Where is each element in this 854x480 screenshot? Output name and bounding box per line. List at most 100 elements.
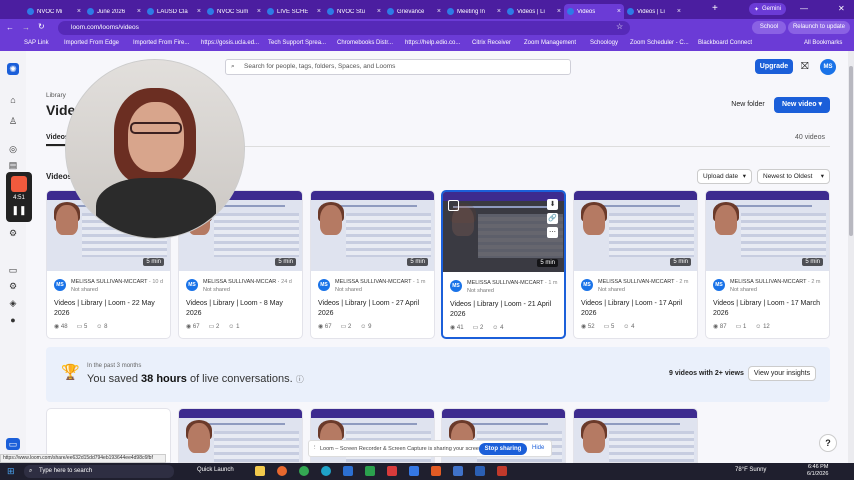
search-input[interactable]: ⌕Search for people, tags, folders, Space… (225, 59, 571, 75)
browser-tab[interactable]: Videos | Li × (624, 4, 684, 19)
taskbar-search-input[interactable]: ⌕ Type here to search (24, 465, 174, 478)
chat-icon[interactable]: ▭ (6, 438, 20, 450)
bookmark-item[interactable]: Blackboard Connect (698, 40, 752, 46)
weather-status[interactable]: 78°F Sunny (735, 467, 766, 473)
gift-icon[interactable]: ⛝ (801, 61, 809, 72)
new-tab-icon[interactable]: + (712, 3, 718, 14)
browser-tab[interactable]: LIVE SCHE × (264, 4, 324, 19)
home-icon[interactable]: ◎ (7, 143, 19, 155)
bookmark-item[interactable]: Imported From Fire... (133, 40, 189, 46)
share-status[interactable]: Not shared (203, 287, 230, 293)
system-clock[interactable]: 6:46 PM 6/1/2026 (807, 464, 828, 478)
share-status[interactable]: Not shared (730, 287, 757, 293)
gemini-button[interactable]: ✦ Gemini (749, 3, 786, 15)
bookmark-item[interactable]: Imported From Edge (64, 40, 119, 46)
browser-tab[interactable]: NVOC Mi × (24, 4, 84, 19)
app-icon[interactable] (431, 466, 441, 476)
library-icon[interactable]: ▤ (7, 159, 19, 171)
sort-order-select[interactable]: Newest to Oldest ▾ (757, 169, 830, 184)
browser-tab[interactable]: LAUSD Cla × (144, 4, 204, 19)
close-tab-icon[interactable]: × (197, 8, 201, 15)
video-thumbnail[interactable] (179, 409, 302, 462)
close-tab-icon[interactable]: × (257, 8, 261, 15)
file-explorer-icon[interactable] (255, 466, 265, 476)
more-options-icon[interactable]: ⋯ (547, 227, 558, 238)
app-icon[interactable] (497, 466, 507, 476)
browser-tab[interactable]: Videos | Li × (504, 4, 564, 19)
app-icon[interactable] (343, 466, 353, 476)
share-status[interactable]: Not shared (467, 288, 494, 294)
app-icon[interactable] (453, 466, 463, 476)
close-tab-icon[interactable]: × (317, 8, 321, 15)
video-title[interactable]: Videos | Library | Loom - 17 April 2026 (581, 299, 693, 318)
bookmark-item[interactable]: Citrix Receiver (472, 40, 511, 46)
bookmark-item[interactable]: SAP Link (24, 40, 49, 46)
apps-icon[interactable]: ◈ (7, 297, 19, 309)
bookmark-item[interactable]: Schoology (590, 40, 618, 46)
share-status[interactable]: Not shared (335, 287, 362, 293)
breadcrumb[interactable]: Library (46, 92, 66, 99)
link-icon[interactable]: 🔗 (547, 213, 558, 224)
view-insights-button[interactable]: View your insights (748, 366, 816, 381)
new-folder-button[interactable]: New folder (727, 98, 769, 112)
members-icon[interactable]: ♙ (7, 115, 19, 127)
bookmark-item[interactable]: Zoom Management (524, 40, 576, 46)
bookmark-item[interactable]: https://help.edio.co... (405, 40, 460, 46)
firefox-icon[interactable] (277, 466, 287, 476)
avatar[interactable]: MS (820, 59, 836, 75)
quick-launch-label[interactable]: Quick Launch (197, 467, 234, 473)
video-title[interactable]: Videos | Library | Loom - 22 May 2026 (54, 299, 166, 318)
browser-tab[interactable]: Grievance × (384, 4, 444, 19)
video-title[interactable]: Videos | Library | Loom - 17 March 2026 (713, 299, 825, 318)
video-card[interactable]: 5 min MS MELISSA SULLIVAN-MCCART · 2 m N… (573, 190, 698, 339)
close-tab-icon[interactable]: × (137, 8, 141, 15)
spaces-icon[interactable]: ⚙ (7, 280, 19, 292)
app-icon[interactable] (387, 466, 397, 476)
scrollbar-thumb[interactable] (849, 66, 853, 236)
loom-logo-icon[interactable]: ✺ (7, 63, 19, 75)
archive-icon[interactable]: ▭ (7, 264, 19, 276)
url-bar[interactable]: loom.com/looms/videos (58, 21, 630, 35)
video-card-hovered[interactable]: 5 min ⬇ 🔗 ⋯ MS MELISSA SULLIVAN-MCCART ·… (441, 190, 566, 339)
app-icon[interactable] (475, 466, 485, 476)
edge-icon[interactable] (321, 466, 331, 476)
help-button[interactable]: ? (819, 434, 837, 452)
bookmark-star-icon[interactable]: ☆ (616, 22, 623, 31)
video-title[interactable]: Videos | Library | Loom - 27 April 2026 (318, 299, 430, 318)
camera-bubble[interactable] (65, 59, 245, 239)
video-card[interactable]: 5 min MS MELISSA SULLIVAN-MCCART · 1 m N… (310, 190, 435, 339)
pause-icon[interactable]: ❚❚ (6, 205, 32, 216)
sort-by-select[interactable]: Upload date ▾ (697, 169, 752, 184)
add-icon[interactable]: ● (7, 314, 19, 326)
relaunch-button[interactable]: Relaunch to update (788, 21, 850, 34)
app-icon[interactable] (365, 466, 375, 476)
video-thumbnail[interactable]: 5 min ⬇ 🔗 ⋯ (443, 192, 564, 272)
video-card[interactable]: 5 min MS MELISSA SULLIVAN-MCCART · 2 m N… (705, 190, 830, 339)
browser-tab-active[interactable]: Videos × (564, 4, 624, 19)
bookmark-item[interactable]: All Bookmarks (804, 40, 842, 46)
select-checkbox[interactable] (448, 200, 459, 211)
bookmark-item[interactable]: Tech Support Sprea... (268, 40, 326, 46)
upgrade-button[interactable]: Upgrade (755, 59, 793, 74)
browser-tab[interactable]: NVOC Sum × (204, 4, 264, 19)
video-thumbnail[interactable]: 5 min (574, 191, 697, 271)
close-tab-icon[interactable]: × (677, 8, 681, 15)
video-card[interactable] (178, 408, 303, 463)
bookmark-item[interactable]: https://gosis.ucla.ed... (201, 40, 259, 46)
browser-tab[interactable]: NVOC Stu × (324, 4, 384, 19)
close-tab-icon[interactable]: × (497, 8, 501, 15)
close-tab-icon[interactable]: × (377, 8, 381, 15)
back-icon[interactable]: ← (6, 23, 14, 32)
profile-button[interactable]: School (752, 21, 786, 34)
minimize-icon[interactable]: — (800, 4, 808, 13)
reload-icon[interactable]: ↻ (38, 22, 45, 31)
share-status[interactable]: Not shared (598, 287, 625, 293)
video-thumbnail[interactable]: 5 min (706, 191, 829, 271)
video-thumbnail[interactable]: 5 min (311, 191, 434, 271)
video-thumbnail[interactable] (574, 409, 697, 462)
share-status[interactable]: Not shared (71, 287, 98, 293)
browser-tab[interactable]: June 2026 × (84, 4, 144, 19)
video-title[interactable]: Videos | Library | Loom - 21 April 2026 (450, 300, 562, 319)
bookmark-item[interactable]: Chromebooks Distr... (337, 40, 393, 46)
drag-handle-icon[interactable]: ⋮ (312, 445, 318, 451)
